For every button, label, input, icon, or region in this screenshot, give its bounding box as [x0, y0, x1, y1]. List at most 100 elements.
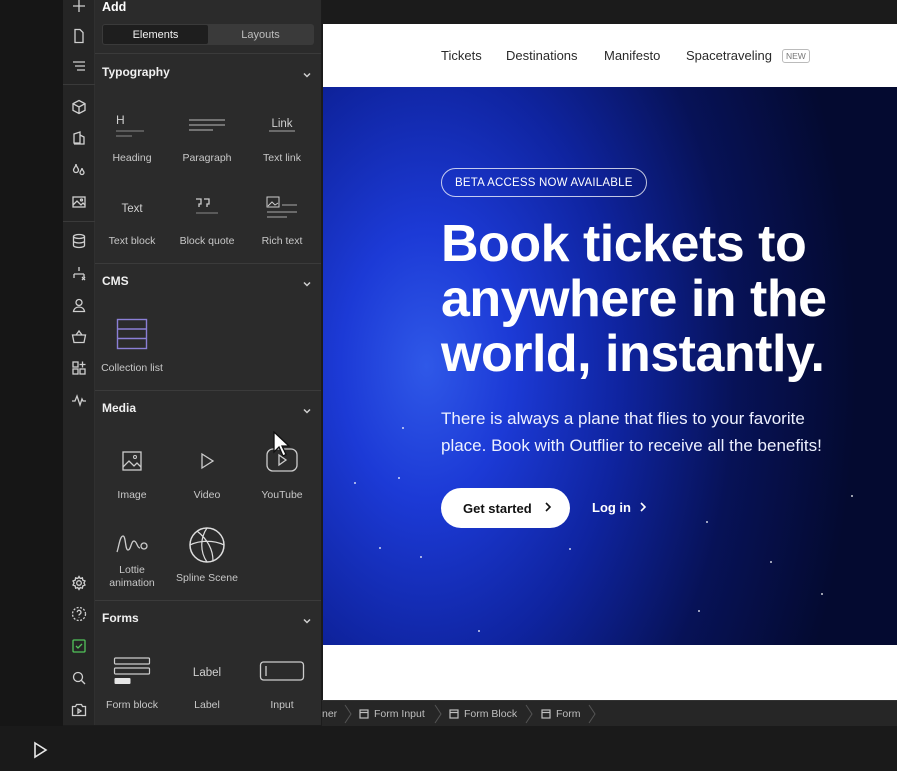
search-icon[interactable]: [67, 666, 91, 690]
tile-label: Collection list: [101, 362, 163, 374]
link-label: Log in: [592, 500, 631, 515]
element-lottie-animation[interactable]: Lottie animation: [95, 520, 169, 600]
panel-title: Add: [102, 0, 127, 14]
designer-canvas[interactable]: Tickets Destinations Manifesto Spacetrav…: [322, 0, 897, 700]
style-icon[interactable]: [67, 126, 91, 150]
element-paragraph[interactable]: Paragraph: [170, 100, 244, 180]
tile-label: Lottie animation: [109, 564, 155, 589]
breadcrumb-separator: [344, 704, 352, 724]
breadcrumb-item[interactable]: ner: [322, 708, 337, 720]
get-started-button[interactable]: Get started: [441, 488, 570, 528]
element-video[interactable]: Video: [170, 437, 244, 517]
section-media-header[interactable]: Media: [95, 395, 321, 421]
element-spline-scene[interactable]: Spline Scene: [170, 520, 244, 600]
link-icon: Link: [245, 114, 319, 134]
element-image[interactable]: Image: [95, 437, 169, 517]
color-icon[interactable]: [67, 158, 91, 182]
rail-divider: [63, 221, 95, 222]
tile-label: Form block: [106, 699, 158, 711]
element-collection-list[interactable]: Collection list: [95, 308, 169, 388]
headline-line: anywhere in the: [441, 270, 827, 328]
section-title: CMS: [102, 274, 129, 288]
section-forms-header[interactable]: Forms: [95, 605, 321, 631]
section-title: Media: [102, 401, 137, 415]
element-input[interactable]: Input: [245, 646, 319, 725]
ecommerce-icon[interactable]: [67, 325, 91, 349]
breadcrumb-item[interactable]: Form: [541, 708, 581, 720]
video-play-icon: [170, 451, 244, 471]
users-icon[interactable]: [67, 293, 91, 317]
breadcrumb-separator: [434, 704, 442, 724]
cms-icon[interactable]: [67, 229, 91, 253]
components-icon[interactable]: [67, 95, 91, 119]
assets-icon[interactable]: [67, 190, 91, 214]
apps-icon[interactable]: [67, 356, 91, 380]
breadcrumb-item[interactable]: Form Block: [449, 708, 517, 720]
plus-icon[interactable]: [67, 0, 91, 18]
element-form-block[interactable]: Form block: [95, 646, 169, 725]
element-block-quote[interactable]: Block quote: [170, 183, 244, 263]
page-icon[interactable]: [67, 24, 91, 48]
heading-icon: H: [95, 112, 169, 138]
tile-label: Block quote: [179, 235, 235, 247]
section-cms-header[interactable]: CMS: [95, 268, 321, 294]
tile-label: Input: [270, 699, 294, 711]
box-icon: [359, 709, 369, 719]
section-divider: [95, 263, 321, 264]
spline-sphere-icon: [170, 526, 244, 564]
video-tutorial-icon[interactable]: [67, 698, 91, 722]
navigator-icon[interactable]: [67, 55, 91, 79]
form-block-icon: [95, 656, 169, 686]
input-icon: [245, 660, 319, 682]
nav-link-spacetraveling[interactable]: Spacetraveling: [686, 48, 772, 63]
label-icon: Label: [170, 664, 244, 680]
play-icon[interactable]: [31, 741, 49, 759]
section-divider: [95, 600, 321, 601]
breadcrumb-separator: [525, 704, 533, 724]
tab-layouts[interactable]: Layouts: [208, 25, 313, 44]
element-rich-text[interactable]: Rich text: [245, 183, 319, 263]
element-heading[interactable]: H Heading: [95, 100, 169, 180]
quote-icon: [170, 197, 244, 217]
chevron-down-icon: [302, 403, 312, 414]
text-block-icon: Text: [95, 200, 169, 216]
log-in-link[interactable]: Log in: [592, 500, 647, 515]
logic-icon[interactable]: [67, 261, 91, 285]
audit-icon[interactable]: [67, 388, 91, 412]
section-typography-header[interactable]: Typography: [95, 59, 321, 85]
element-label[interactable]: Label Label: [170, 646, 244, 725]
box-icon: [541, 709, 551, 719]
webflow-designer: Add Elements Layouts Typography H Headin…: [0, 0, 897, 771]
svg-text:H: H: [116, 113, 125, 127]
svg-text:Label: Label: [193, 667, 221, 679]
hero-headline: Book tickets to anywhere in the world, i…: [441, 217, 891, 382]
headline-line: Book tickets to: [441, 215, 807, 273]
tile-label: Rich text: [261, 235, 303, 247]
button-label: Get started: [463, 500, 532, 516]
element-text-link[interactable]: Link Text link: [245, 100, 319, 180]
help-icon[interactable]: [67, 602, 91, 626]
tile-label: Video: [193, 489, 221, 501]
section-title: Typography: [102, 65, 170, 79]
tile-label: Paragraph: [182, 152, 232, 164]
nav-link-manifesto[interactable]: Manifesto: [604, 48, 660, 63]
element-text-block[interactable]: Text Text block: [95, 183, 169, 263]
nav-link-tickets[interactable]: Tickets: [441, 48, 482, 63]
tab-elements[interactable]: Elements: [103, 25, 208, 44]
new-badge: NEW: [782, 49, 810, 63]
add-panel: Add Elements Layouts Typography H Headin…: [95, 0, 321, 725]
breadcrumb-item[interactable]: Form Input: [359, 708, 425, 720]
hero-section: BETA ACCESS NOW AVAILABLE Book tickets t…: [323, 31, 897, 645]
tile-label: Text block: [108, 235, 156, 247]
subtext-line: place. Book with Outflier to receive all…: [441, 436, 822, 455]
tile-label: Text link: [263, 152, 301, 164]
checklist-icon[interactable]: [67, 634, 91, 658]
headline-line: world, instantly.: [441, 325, 825, 383]
nav-link-destinations[interactable]: Destinations: [506, 48, 578, 63]
bottom-bar: [0, 726, 897, 771]
paragraph-icon: [170, 118, 244, 132]
panel-tab-switcher: Elements Layouts: [102, 24, 314, 45]
site-nav: Tickets Destinations Manifesto Spacetrav…: [323, 24, 897, 87]
settings-icon[interactable]: [67, 571, 91, 595]
image-icon: [95, 450, 169, 472]
